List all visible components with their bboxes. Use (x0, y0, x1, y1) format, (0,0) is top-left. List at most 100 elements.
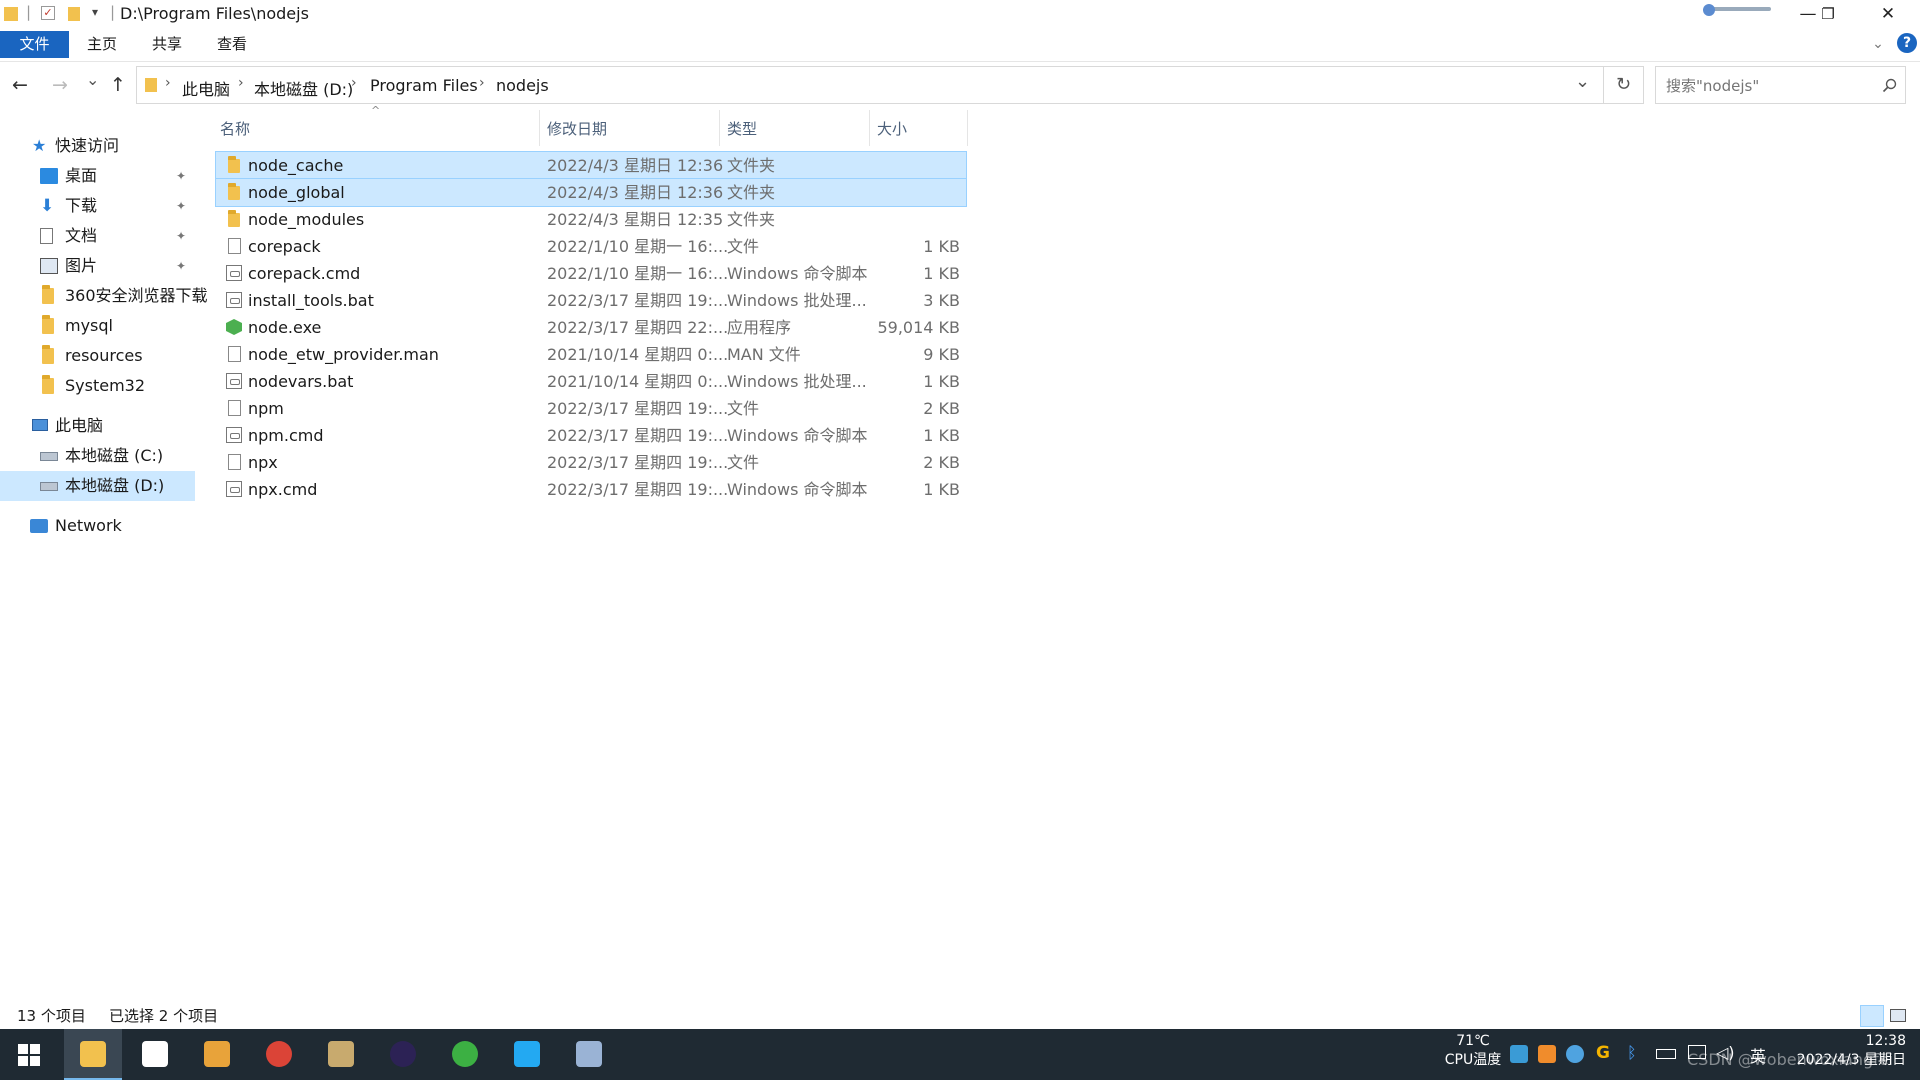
address-bar[interactable]: › 此电脑 › 本地磁盘 (D:) › Program Files › node… (136, 66, 1604, 104)
star-icon: ★ (32, 136, 47, 155)
taskbar-app-paint[interactable] (560, 1029, 618, 1080)
column-divider[interactable] (719, 110, 720, 146)
address-dropdown-button[interactable]: ⌄ (1575, 71, 1590, 92)
nav-quick-access[interactable]: ★ 快速访问 (0, 131, 196, 161)
nav-item-mysql[interactable]: mysql (0, 311, 196, 341)
tray-app-icon[interactable] (1510, 1045, 1528, 1063)
file-row[interactable]: npx.cmd 2022/3/17 星期四 19:... Windows 命令脚本 1… (216, 476, 966, 503)
search-box[interactable] (1655, 66, 1906, 104)
nav-drive-c[interactable]: 本地磁盘 (C:) (0, 441, 196, 471)
forward-button[interactable]: → (52, 74, 68, 96)
pin-icon[interactable]: ✦ (176, 221, 186, 251)
file-icon (228, 346, 241, 362)
close-button[interactable]: ✕ (1860, 0, 1916, 29)
taskbar-app-microsoft-store[interactable] (126, 1029, 184, 1080)
column-divider[interactable] (539, 110, 540, 146)
file-icon (228, 238, 241, 254)
file-name: npx.cmd (248, 480, 318, 499)
taskbar-app-file-explorer[interactable] (64, 1029, 122, 1080)
nav-label: 此电脑 (55, 416, 104, 435)
tray-app-icon[interactable] (1566, 1045, 1584, 1063)
refresh-button[interactable]: ↻ (1604, 66, 1644, 104)
taskbar-app-eclipse[interactable] (374, 1029, 432, 1080)
column-divider[interactable] (967, 110, 968, 146)
tray-app-icon[interactable] (1538, 1045, 1556, 1063)
properties-icon[interactable]: ✓ (41, 6, 55, 20)
nav-item-system32[interactable]: System32 (0, 371, 196, 401)
chevron-down-icon[interactable]: ⌄ (1868, 31, 1888, 58)
chevron-right-icon[interactable]: › (238, 75, 244, 91)
column-header-type[interactable]: 类型 (727, 118, 757, 139)
file-row[interactable]: node_modules 2022/4/3 星期日 12:35 文件夹 (216, 206, 966, 233)
customize-toolbar-icon[interactable]: ▾ (92, 5, 98, 19)
file-row[interactable]: corepack.cmd 2022/1/10 星期一 16:... Windows … (216, 260, 966, 287)
slider-thumb[interactable] (1703, 4, 1715, 16)
nav-this-pc[interactable]: 此电脑 (0, 411, 196, 441)
tab-home[interactable]: 主页 (82, 31, 122, 58)
nav-item-desktop[interactable]: 桌面 ✦ (0, 161, 196, 191)
separator: | (26, 3, 32, 21)
breadcrumb-this-pc[interactable]: 此电脑 (182, 76, 230, 100)
tab-share[interactable]: 共享 (147, 31, 187, 58)
windows-start-button[interactable] (16, 1042, 42, 1068)
cpu-temp[interactable]: 71℃ CPU温度 (1444, 1033, 1502, 1069)
taskbar-app-app-g[interactable] (188, 1029, 246, 1080)
taskbar-app-vscode[interactable] (498, 1029, 556, 1080)
pin-icon[interactable]: ✦ (176, 191, 186, 221)
tray-g-icon[interactable]: G (1596, 1043, 1610, 1063)
chevron-right-icon[interactable]: › (165, 75, 171, 91)
taskbar-app-league[interactable] (312, 1029, 370, 1080)
recent-locations-button[interactable]: ⌄ (86, 70, 99, 89)
battery-icon[interactable] (1656, 1049, 1676, 1059)
column-divider[interactable] (869, 110, 870, 146)
file-row[interactable]: node_cache 2022/4/3 星期日 12:36 文件夹 (215, 151, 967, 180)
file-date: 2021/10/14 星期四 0:... (547, 372, 729, 391)
large-icons-view-button[interactable] (1890, 1009, 1906, 1022)
nav-item-pictures[interactable]: 图片 ✦ (0, 251, 196, 281)
help-button[interactable]: ? (1897, 33, 1917, 53)
pin-icon[interactable]: ✦ (176, 161, 186, 191)
nav-item-downloads[interactable]: ⬇ 下载 ✦ (0, 191, 196, 221)
tab-view[interactable]: 查看 (212, 31, 252, 58)
clock[interactable]: 12:38 2022/4/3 星期日 (1780, 1033, 1906, 1069)
drive-icon (40, 452, 58, 461)
windows-logo-icon (18, 1044, 40, 1066)
back-button[interactable]: ← (12, 74, 28, 96)
restore-button[interactable]: ❐ (1800, 0, 1856, 29)
up-button[interactable]: ↑ (110, 74, 126, 96)
nav-network[interactable]: Network (0, 511, 196, 541)
nav-item-documents[interactable]: 文档 ✦ (0, 221, 196, 251)
file-row[interactable]: install_tools.bat 2022/3/17 星期四 19:... Win… (216, 287, 966, 314)
chevron-right-icon[interactable]: › (479, 75, 485, 91)
taskbar-app-360-browser[interactable] (436, 1029, 494, 1080)
column-header-date[interactable]: 修改日期 (547, 118, 607, 139)
chevron-right-icon[interactable]: › (351, 75, 357, 91)
tab-file[interactable]: 文件 (0, 31, 69, 58)
file-row[interactable]: node.exe 2022/3/17 星期四 22:... 应用程序 59,014 K… (216, 314, 966, 341)
file-row[interactable]: node_etw_provider.man 2021/10/14 星期四 0:..… (216, 341, 966, 368)
column-header-size[interactable]: 大小 (877, 118, 907, 139)
file-row[interactable]: npx 2022/3/17 星期四 19:... 文件 2 KB (216, 449, 966, 476)
file-row[interactable]: npm 2022/3/17 星期四 19:... 文件 2 KB (216, 395, 966, 422)
new-folder-icon[interactable] (68, 7, 80, 21)
file-row[interactable]: corepack 2022/1/10 星期一 16:... 文件 1 KB (216, 233, 966, 260)
file-row[interactable]: npm.cmd 2022/3/17 星期四 19:... Windows 命令脚本 1… (216, 422, 966, 449)
nav-label: 本地磁盘 (C:) (65, 446, 164, 465)
file-row[interactable]: nodevars.bat 2021/10/14 星期四 0:... Windows … (216, 368, 966, 395)
nav-item-360-downloads[interactable]: 360安全浏览器下载 (0, 281, 208, 311)
bluetooth-icon[interactable]: ᛒ (1627, 1043, 1637, 1062)
navigation-pane: ★ 快速访问 桌面 ✦ ⬇ 下载 ✦ 文档 ✦ 图片 ✦ 360安全浏览器下载 … (0, 106, 208, 1006)
breadcrumb-program-files[interactable]: Program Files (370, 76, 478, 95)
search-icon[interactable] (1882, 78, 1897, 93)
file-row[interactable]: node_global 2022/4/3 星期日 12:36 文件夹 (215, 178, 967, 207)
breadcrumb-nodejs[interactable]: nodejs (496, 76, 549, 95)
breadcrumb-drive-d[interactable]: 本地磁盘 (D:) (254, 76, 353, 100)
nav-item-resources[interactable]: resources (0, 341, 196, 371)
details-view-button[interactable] (1860, 1005, 1884, 1027)
taskbar-app-chrome[interactable] (250, 1029, 308, 1080)
search-input[interactable] (1664, 75, 1868, 97)
column-header-name[interactable]: 名称 (220, 118, 250, 139)
slider-widget[interactable] (1703, 4, 1775, 16)
nav-drive-d[interactable]: 本地磁盘 (D:) (0, 471, 195, 501)
pin-icon[interactable]: ✦ (176, 251, 186, 281)
